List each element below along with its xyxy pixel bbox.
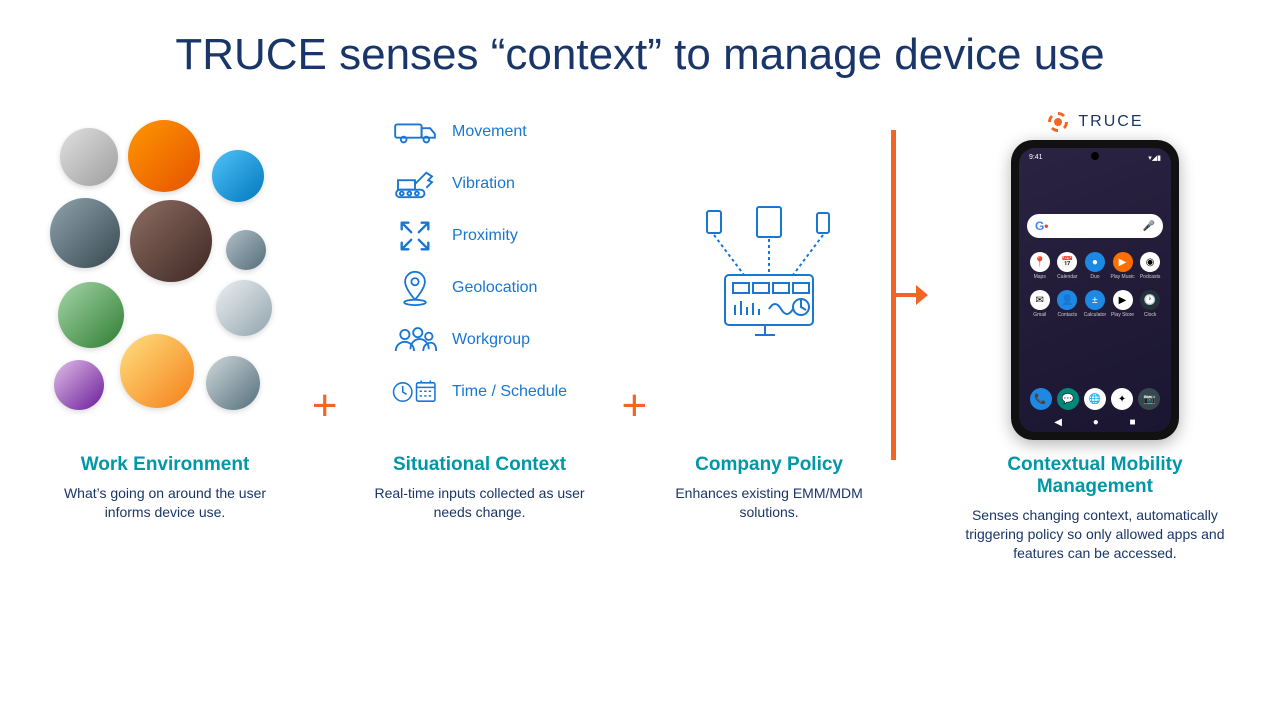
worker-photo-bubble: [120, 334, 194, 408]
dock-camera-icon: 📷: [1138, 388, 1160, 410]
clock-calendar-icon: [392, 374, 438, 410]
result-divider: [891, 130, 928, 460]
app-play-store: ▶Play Store: [1110, 290, 1136, 318]
app-play-music: ▶Play Music: [1110, 252, 1136, 280]
photo-bubble-collage: [50, 120, 280, 430]
content-row: Work Environment What’s going on around …: [40, 110, 1240, 563]
app-duo: ●Duo: [1082, 252, 1108, 280]
phone-time: 9:41: [1029, 154, 1043, 162]
work-env-heading: Work Environment: [81, 454, 250, 476]
worker-photo-bubble: [60, 128, 118, 186]
context-list-wrap: Movement Vibration Proximity: [392, 110, 567, 440]
situational-desc: Real-time inputs collected as user needs…: [360, 484, 600, 522]
google-logo-icon: G•: [1035, 219, 1049, 233]
app-clock: 🕐Clock: [1137, 290, 1163, 318]
phone-screen: 9:41 ▾◢▮ G• 🎤 📍Maps 📅Calendar ●Duo ▶Play…: [1019, 148, 1171, 432]
worker-photo-bubble: [128, 120, 200, 192]
ctx-item-proximity: Proximity: [392, 218, 518, 254]
van-icon: [392, 114, 438, 150]
dock-chrome-icon: 🌐: [1084, 388, 1106, 410]
nav-recent-icon: ■: [1130, 417, 1136, 428]
phone-dock: 📞 💬 🌐 ✦ 📷: [1027, 388, 1163, 410]
ctx-item-time-schedule: Time / Schedule: [392, 374, 567, 410]
truce-logo: TRUCE: [1046, 110, 1143, 134]
col-company-policy: Company Policy Enhances existing EMM/MDM…: [669, 110, 869, 522]
context-list: Movement Vibration Proximity: [392, 114, 567, 410]
ctx-label: Time / Schedule: [452, 383, 567, 401]
work-env-image-cluster: [50, 110, 280, 440]
worker-photo-bubble: [206, 356, 260, 410]
app-podcasts: ◉Podcasts: [1137, 252, 1163, 280]
nav-back-icon: ◀: [1054, 417, 1062, 428]
excavator-icon: [392, 166, 438, 202]
policy-desc: Enhances existing EMM/MDM solutions.: [669, 484, 869, 522]
app-grid-row2: ✉Gmail 👤Contacts ±Calculator ▶Play Store…: [1019, 290, 1171, 318]
plus-icon: +: [312, 381, 338, 431]
truce-mark-icon: [1046, 110, 1070, 134]
plus-icon: +: [621, 381, 647, 431]
col-cmm: TRUCE 9:41 ▾◢▮ G• 🎤 📍: [950, 110, 1240, 563]
slide-title: TRUCE senses “context” to manage device …: [40, 30, 1240, 80]
work-env-desc: What’s going on around the user informs …: [40, 484, 290, 522]
map-pin-icon: [392, 270, 438, 306]
cmm-heading: Contextual Mobility Management: [950, 454, 1240, 498]
phone-notch: [1091, 152, 1099, 160]
policy-heading: Company Policy: [695, 454, 843, 476]
dock-messages-icon: 💬: [1057, 388, 1079, 410]
situational-heading: Situational Context: [393, 454, 566, 476]
arrows-expand-icon: [392, 218, 438, 254]
dashboard-devices-icon: [689, 205, 849, 345]
policy-diagram: [689, 110, 849, 440]
col-situational-context: Movement Vibration Proximity: [360, 110, 600, 522]
col-work-environment: Work Environment What’s going on around …: [40, 110, 290, 522]
worker-photo-bubble: [58, 282, 124, 348]
app-contacts: 👤Contacts: [1055, 290, 1081, 318]
arrow-right-icon: [894, 283, 928, 307]
dock-phone-icon: 📞: [1030, 388, 1052, 410]
ctx-item-vibration: Vibration: [392, 166, 515, 202]
worker-photo-bubble: [130, 200, 212, 282]
google-search-bar: G• 🎤: [1027, 214, 1163, 238]
ctx-label: Workgroup: [452, 331, 530, 349]
app-gmail: ✉Gmail: [1027, 290, 1053, 318]
ctx-item-workgroup: Workgroup: [392, 322, 530, 358]
smartphone-mockup: 9:41 ▾◢▮ G• 🎤 📍Maps 📅Calendar ●Duo ▶Play…: [1011, 140, 1179, 440]
worker-photo-bubble: [50, 198, 120, 268]
status-icons: ▾◢▮: [1148, 154, 1161, 162]
ctx-label: Proximity: [452, 227, 518, 245]
cmm-visual: TRUCE 9:41 ▾◢▮ G• 🎤 📍: [1011, 110, 1179, 440]
worker-photo-bubble: [212, 150, 264, 202]
ctx-label: Vibration: [452, 175, 515, 193]
dock-photos-icon: ✦: [1111, 388, 1133, 410]
nav-home-icon: ●: [1093, 417, 1099, 428]
ctx-item-geolocation: Geolocation: [392, 270, 537, 306]
people-group-icon: [392, 322, 438, 358]
ctx-label: Movement: [452, 123, 527, 141]
app-maps: 📍Maps: [1027, 252, 1053, 280]
slide: TRUCE senses “context” to manage device …: [0, 0, 1280, 720]
cmm-desc: Senses changing context, automatically t…: [965, 506, 1225, 563]
app-calendar: 📅Calendar: [1055, 252, 1081, 280]
truce-logo-text: TRUCE: [1078, 113, 1143, 131]
phone-nav-bar: ◀ ● ■: [1019, 417, 1171, 428]
ctx-label: Geolocation: [452, 279, 537, 297]
worker-photo-bubble: [54, 360, 104, 410]
worker-photo-bubble: [216, 280, 272, 336]
ctx-item-movement: Movement: [392, 114, 527, 150]
mic-icon: 🎤: [1142, 221, 1154, 232]
app-grid-row1: 📍Maps 📅Calendar ●Duo ▶Play Music ◉Podcas…: [1019, 252, 1171, 280]
worker-photo-bubble: [226, 230, 266, 270]
app-calculator: ±Calculator: [1082, 290, 1108, 318]
